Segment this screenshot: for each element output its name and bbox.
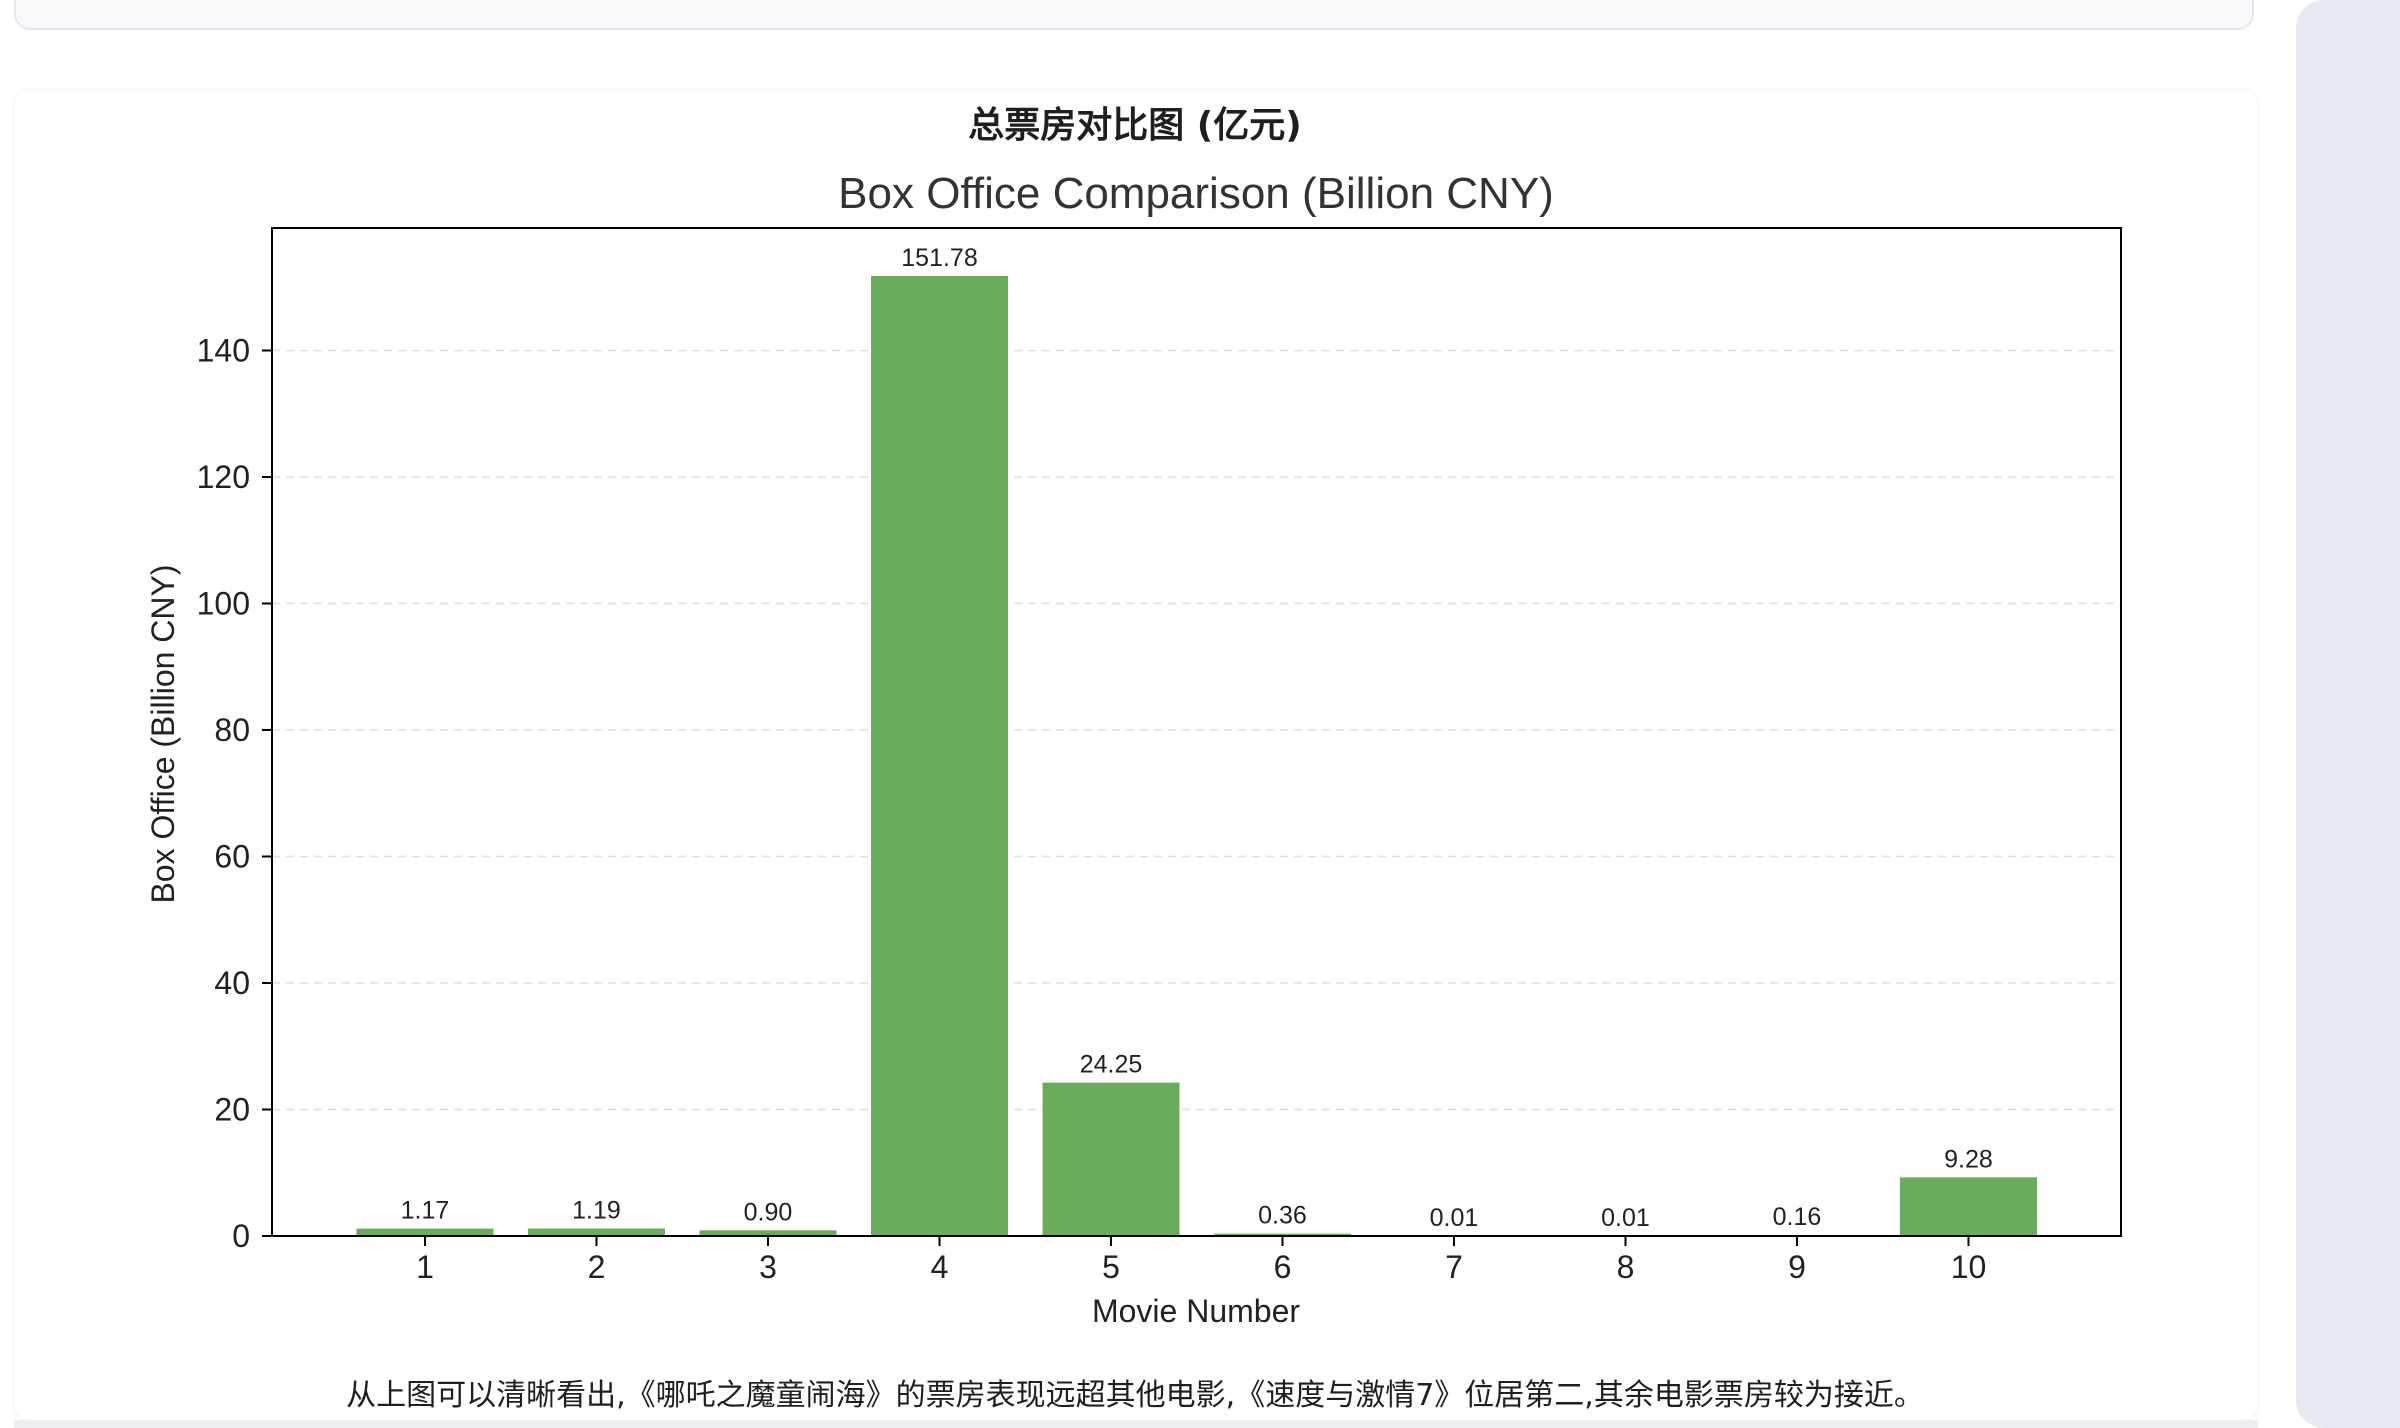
y-axis-label: Box Office (Billion CNY) — [145, 564, 181, 903]
x-tick-label-9: 9 — [1788, 1249, 1806, 1285]
bar-chart: Box Office Comparison (Billion CNY) 1.17… — [145, 169, 2122, 1329]
y-tick-label-0: 0 — [232, 1218, 250, 1254]
x-tick-label-3: 3 — [759, 1249, 777, 1285]
bar-value-label-3: 0.90 — [744, 1198, 793, 1226]
bar-4 — [871, 276, 1008, 1237]
bar-value-label-2: 1.19 — [572, 1196, 621, 1224]
right-side-panel — [2296, 0, 2400, 1428]
y-tick-label-140: 140 — [197, 333, 250, 369]
bottom-divider — [14, 1420, 2258, 1428]
bar-5 — [1042, 1082, 1180, 1236]
bar-value-label-9: 0.16 — [1773, 1203, 1822, 1231]
chart-title: Box Office Comparison (Billion CNY) — [838, 169, 1554, 218]
y-tick-label-20: 20 — [214, 1092, 250, 1128]
x-tick-label-6: 6 — [1274, 1249, 1292, 1285]
x-tick-label-4: 4 — [931, 1249, 949, 1285]
plot-frame — [271, 227, 2122, 1237]
x-axis-label: Movie Number — [1092, 1293, 1300, 1329]
x-tick-label-1: 1 — [416, 1249, 434, 1285]
y-tick-label-80: 80 — [214, 712, 250, 748]
x-tick-label-10: 10 — [1951, 1249, 1987, 1285]
bar-1 — [356, 1228, 494, 1236]
bar-value-label-7: 0.01 — [1430, 1204, 1479, 1232]
bar-value-label-5: 24.25 — [1080, 1051, 1143, 1079]
y-tick-label-100: 100 — [197, 586, 250, 622]
bar-value-label-10: 9.28 — [1944, 1145, 1993, 1173]
bar-10 — [1900, 1177, 2037, 1236]
bar-value-label-8: 0.01 — [1601, 1204, 1650, 1232]
bar-value-label-1: 1.17 — [401, 1197, 450, 1225]
x-tick-label-7: 7 — [1445, 1249, 1463, 1285]
bar-2 — [528, 1228, 665, 1236]
x-tick-label-5: 5 — [1102, 1249, 1120, 1285]
x-tick-label-8: 8 — [1617, 1249, 1635, 1285]
y-tick-label-60: 60 — [214, 839, 250, 875]
bar-value-label-6: 0.36 — [1258, 1202, 1307, 1230]
y-tick-label-40: 40 — [214, 965, 250, 1001]
y-tick-label-120: 120 — [197, 459, 250, 495]
bar-value-label-4: 151.78 — [901, 244, 977, 272]
chart-caption: 从上图可以清晰看出,《哪吒之魔童闹海》的票房表现远超其他电影,《速度与激情7》位… — [346, 1378, 1924, 1413]
x-tick-label-2: 2 — [588, 1249, 606, 1285]
